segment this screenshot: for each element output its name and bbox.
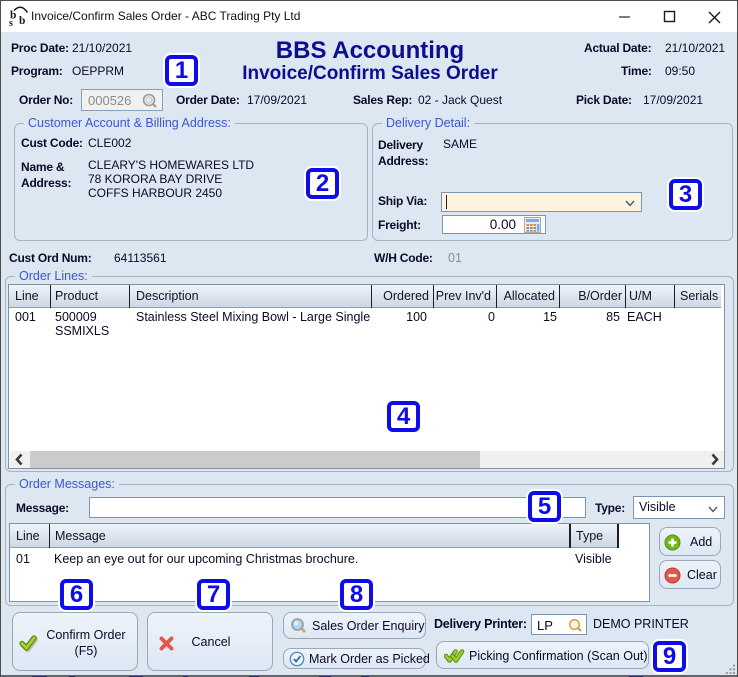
svg-text:s: s (9, 18, 13, 29)
svg-text:b: b (19, 15, 25, 27)
